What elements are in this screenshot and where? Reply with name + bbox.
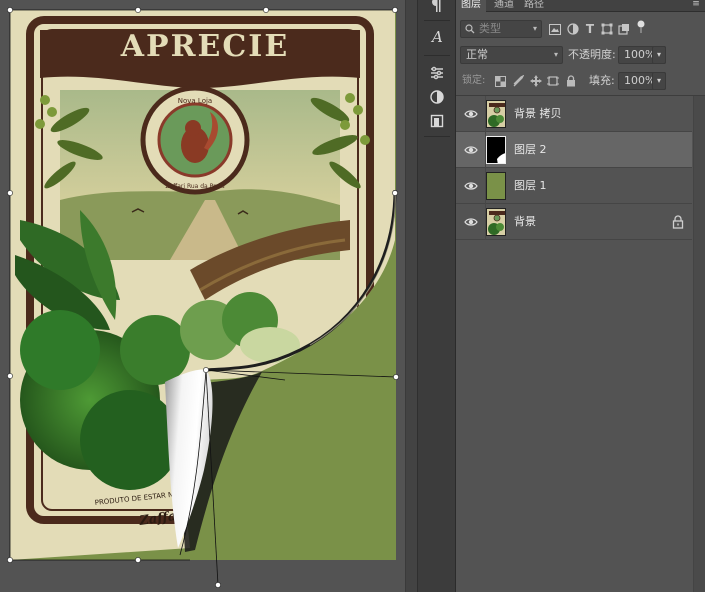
layers-panel: 图层 通道 路径 ≡ 类型 ▾ T 正常 ▾ 不透明度: 100% ▾ 锁定: … bbox=[456, 0, 705, 592]
tab-channels[interactable]: 通道 bbox=[489, 0, 519, 12]
opacity-label: 不透明度: bbox=[568, 48, 616, 61]
styles-icon[interactable] bbox=[423, 86, 451, 108]
paragraph-icon[interactable] bbox=[423, 0, 451, 16]
fill-dropdown-button[interactable]: ▾ bbox=[652, 72, 666, 90]
filter-placeholder: 类型 bbox=[479, 22, 501, 35]
lock-position-icon[interactable] bbox=[529, 74, 543, 88]
layer-name: 背景 拷贝 bbox=[514, 107, 562, 120]
lock-label: 锁定: bbox=[462, 75, 486, 86]
layer-row-background[interactable]: 背景 bbox=[456, 204, 692, 240]
layer-thumbnail bbox=[486, 172, 506, 200]
panel-tab-bar: 图层 通道 路径 ≡ bbox=[456, 0, 705, 12]
fill-label: 填充: bbox=[589, 74, 615, 87]
filter-adjustment-icon[interactable] bbox=[566, 22, 580, 36]
blend-row: 正常 ▾ 不透明度: 100% ▾ bbox=[456, 46, 705, 68]
document-canvas[interactable]: PRODUTO DE ESTAR NO Zaffari APRECIE Nova… bbox=[0, 0, 405, 592]
visibility-eye-icon[interactable] bbox=[464, 215, 478, 229]
layer-name: 图层 2 bbox=[514, 143, 547, 156]
lock-all-icon[interactable] bbox=[564, 74, 578, 88]
seal-bottom-text: Zaffari Rua da Praia bbox=[165, 183, 225, 190]
layer-row-background-copy[interactable]: 背景 拷贝 bbox=[456, 96, 692, 132]
chevron-down-icon: ▾ bbox=[656, 76, 661, 85]
poster-title: APRECIE bbox=[120, 29, 289, 64]
panel-icon-strip: A bbox=[418, 0, 456, 592]
panel-menu-icon[interactable]: ≡ bbox=[690, 0, 702, 11]
filter-shape-icon[interactable] bbox=[600, 22, 614, 36]
properties-icon[interactable] bbox=[423, 110, 451, 132]
layer-name: 图层 1 bbox=[514, 179, 547, 192]
svg-text:A: A bbox=[430, 29, 443, 45]
blend-mode-select[interactable]: 正常 ▾ bbox=[460, 46, 563, 64]
layer-thumbnail bbox=[486, 136, 506, 164]
lock-row: 锁定: 填充: 100% ▾ bbox=[456, 72, 705, 92]
blend-mode-value: 正常 bbox=[466, 48, 488, 61]
opacity-value: 100% bbox=[624, 48, 656, 61]
fill-value: 100% bbox=[624, 74, 656, 87]
photoshop-workspace: PRODUTO DE ESTAR NO Zaffari APRECIE Nova… bbox=[0, 0, 705, 592]
opacity-dropdown-button[interactable]: ▾ bbox=[652, 46, 666, 64]
adjustments-icon[interactable] bbox=[423, 62, 451, 84]
layer-row-layer-2[interactable]: 图层 2 bbox=[456, 132, 692, 168]
filter-smart-object-icon[interactable] bbox=[617, 22, 631, 36]
chevron-down-icon: ▾ bbox=[656, 50, 661, 59]
filter-type-icon[interactable]: T bbox=[583, 22, 597, 36]
lock-pixels-icon[interactable] bbox=[511, 74, 525, 88]
character-icon[interactable]: A bbox=[423, 26, 451, 48]
filter-toggle-icon[interactable] bbox=[634, 20, 648, 34]
layers-scrollbar[interactable] bbox=[693, 96, 705, 592]
visibility-eye-icon[interactable] bbox=[464, 179, 478, 193]
document-artwork: PRODUTO DE ESTAR NO Zaffari APRECIE Nova… bbox=[7, 7, 399, 588]
layer-row-layer-1[interactable]: 图层 1 bbox=[456, 168, 692, 204]
chevron-down-icon: ▾ bbox=[532, 24, 537, 33]
layer-thumbnail bbox=[486, 100, 506, 128]
layer-filter-select[interactable]: 类型 ▾ bbox=[460, 20, 542, 38]
lock-icon bbox=[672, 215, 684, 229]
seal-top-text: Nova Loja bbox=[178, 97, 212, 105]
visibility-eye-icon[interactable] bbox=[464, 143, 478, 157]
search-icon bbox=[465, 24, 475, 34]
canvas-vertical-scrollbar[interactable] bbox=[405, 0, 418, 592]
tab-layers[interactable]: 图层 bbox=[456, 0, 486, 12]
chevron-down-icon: ▾ bbox=[553, 50, 558, 59]
layer-filter-row: 类型 ▾ T bbox=[456, 20, 705, 42]
tab-paths[interactable]: 路径 bbox=[519, 0, 549, 12]
filter-pixel-icon[interactable] bbox=[548, 22, 562, 36]
layer-thumbnail bbox=[486, 208, 506, 236]
lock-transparency-icon[interactable] bbox=[493, 74, 507, 88]
lock-artboard-icon[interactable] bbox=[546, 74, 560, 88]
visibility-eye-icon[interactable] bbox=[464, 107, 478, 121]
layer-name: 背景 bbox=[514, 215, 536, 228]
